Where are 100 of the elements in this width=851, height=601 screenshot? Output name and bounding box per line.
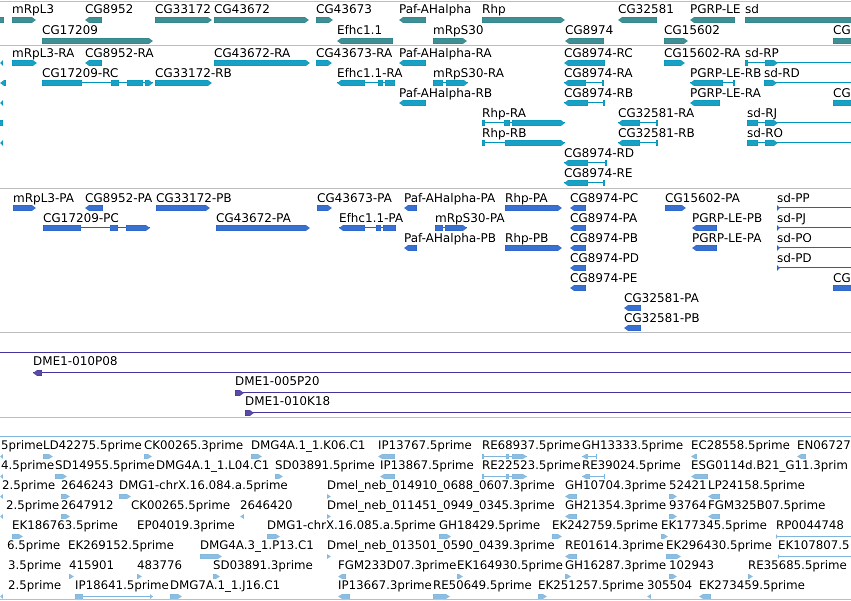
est-feature[interactable] <box>565 554 577 558</box>
gene-feature[interactable] <box>0 16 4 22</box>
transcript-feature[interactable] <box>0 100 3 106</box>
protein-feature[interactable] <box>43 225 150 231</box>
est-feature[interactable] <box>708 514 720 518</box>
protein-feature[interactable] <box>692 225 717 231</box>
est-feature[interactable] <box>170 594 182 598</box>
transcript-feature[interactable] <box>85 60 102 66</box>
protein-feature[interactable] <box>570 265 586 271</box>
est-feature[interactable] <box>0 474 3 478</box>
gene-feature[interactable] <box>155 16 212 22</box>
gene-feature[interactable] <box>316 16 333 22</box>
transcript-feature[interactable] <box>482 140 565 146</box>
est-feature[interactable] <box>275 474 283 478</box>
protein-feature[interactable] <box>777 245 851 251</box>
est-feature[interactable] <box>12 534 23 538</box>
est-feature[interactable] <box>582 474 605 478</box>
protein-feature[interactable] <box>13 205 36 211</box>
transcript-feature[interactable] <box>747 140 851 146</box>
est-feature[interactable] <box>565 494 577 498</box>
est-feature[interactable] <box>0 494 3 498</box>
transcript-feature[interactable] <box>690 80 735 86</box>
est-feature[interactable] <box>61 494 70 498</box>
est-feature[interactable] <box>327 494 331 498</box>
transcript-feature[interactable] <box>12 60 37 66</box>
gene-feature[interactable] <box>85 16 102 22</box>
transcript-feature[interactable] <box>564 100 605 106</box>
est-feature[interactable] <box>378 454 395 458</box>
protein-feature[interactable] <box>570 285 586 291</box>
est-feature[interactable] <box>338 574 346 578</box>
transcript-feature[interactable] <box>482 120 565 126</box>
protein-feature[interactable] <box>624 325 641 331</box>
est-feature[interactable] <box>778 554 851 558</box>
transcript-feature[interactable] <box>618 140 658 146</box>
protein-feature[interactable] <box>777 205 851 211</box>
est-feature[interactable] <box>327 554 331 558</box>
est-feature[interactable] <box>699 594 711 598</box>
transcript-feature[interactable] <box>399 100 426 106</box>
protein-feature[interactable] <box>505 245 562 251</box>
est-feature[interactable] <box>251 454 262 458</box>
transcript-feature[interactable] <box>0 140 3 146</box>
est-feature[interactable] <box>565 514 577 518</box>
transcript-feature[interactable] <box>564 160 607 166</box>
est-feature[interactable] <box>119 494 131 498</box>
est-feature[interactable] <box>797 454 806 458</box>
protein-feature[interactable] <box>156 205 210 211</box>
transcript-feature[interactable] <box>618 120 658 126</box>
transcript-feature[interactable] <box>433 80 468 86</box>
est-feature[interactable] <box>708 494 720 498</box>
transcript-feature[interactable] <box>337 80 395 86</box>
protein-feature[interactable] <box>216 225 310 231</box>
est-feature[interactable] <box>647 594 651 598</box>
gene-feature[interactable] <box>618 16 657 22</box>
protein-feature[interactable] <box>404 205 417 211</box>
transcript-feature[interactable] <box>155 80 212 86</box>
est-feature[interactable] <box>691 454 697 458</box>
est-feature[interactable] <box>748 574 753 578</box>
transcript-feature[interactable] <box>747 120 851 126</box>
protein-feature[interactable] <box>692 245 717 251</box>
transcript-feature[interactable] <box>316 60 332 66</box>
est-feature[interactable] <box>61 514 70 518</box>
transcript-feature[interactable] <box>42 80 153 86</box>
est-feature[interactable] <box>482 474 527 478</box>
est-feature[interactable] <box>538 594 547 598</box>
est-feature[interactable] <box>669 514 677 518</box>
protein-feature[interactable] <box>435 225 467 231</box>
est-feature[interactable] <box>691 474 708 478</box>
est-feature[interactable] <box>55 474 67 478</box>
protein-feature[interactable] <box>777 225 851 231</box>
est-feature[interactable] <box>457 574 463 578</box>
transcript-feature[interactable] <box>764 80 851 86</box>
est-feature[interactable] <box>669 494 677 498</box>
est-feature[interactable] <box>43 454 53 458</box>
est-feature[interactable] <box>669 574 677 578</box>
est-feature[interactable] <box>661 534 668 538</box>
transcript-feature[interactable] <box>564 80 604 86</box>
gene-feature[interactable] <box>664 38 688 44</box>
protein-feature[interactable] <box>777 265 851 271</box>
gene-feature[interactable] <box>565 38 604 44</box>
est-feature[interactable] <box>69 574 74 578</box>
gene-feature[interactable] <box>12 16 36 22</box>
protein-feature[interactable] <box>570 225 586 231</box>
protein-feature[interactable] <box>570 205 586 211</box>
clone-feature[interactable] <box>245 410 851 416</box>
est-feature[interactable] <box>267 534 280 538</box>
gene-feature[interactable] <box>745 16 851 22</box>
transcript-feature[interactable] <box>214 60 310 66</box>
est-feature[interactable] <box>327 514 331 518</box>
est-feature[interactable] <box>380 474 395 478</box>
est-feature[interactable] <box>776 534 851 538</box>
est-feature[interactable] <box>666 554 681 558</box>
est-feature[interactable] <box>582 454 597 458</box>
gene-feature[interactable] <box>690 16 735 22</box>
est-feature[interactable] <box>439 534 451 538</box>
transcript-feature[interactable] <box>564 180 605 186</box>
est-feature[interactable] <box>565 574 571 578</box>
est-feature[interactable] <box>240 514 244 518</box>
est-feature[interactable] <box>0 594 3 598</box>
gene-feature[interactable] <box>42 38 153 44</box>
gene-feature[interactable] <box>833 38 851 44</box>
